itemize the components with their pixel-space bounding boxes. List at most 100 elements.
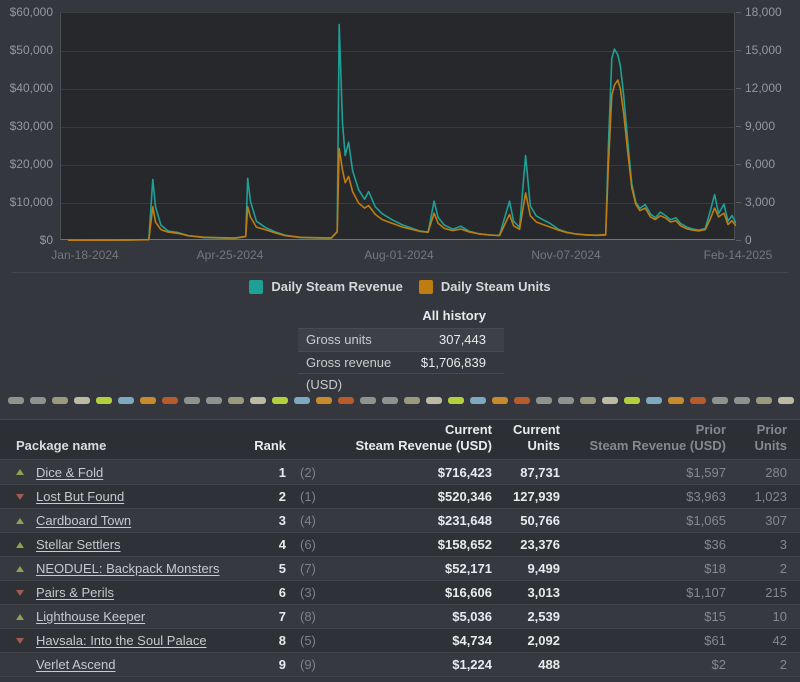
prior-units-value: 2 [779, 561, 787, 576]
steam-sales-dashboard: $60,000 $50,000 $40,000 $30,000 $20,000 … [0, 0, 800, 682]
x-tick: Jan-18-2024 [51, 248, 119, 262]
table-row: Stellar Settlers 4 (6) $158,652 23,376 $36 3 [0, 532, 800, 556]
y-right-tick: 0 [745, 233, 752, 247]
package-link[interactable]: Lost But Found [36, 489, 124, 504]
package-name-cell: Verlet Ascend [36, 657, 236, 672]
summary-row-gross-units: Gross units 307,443 [298, 328, 504, 351]
color-dash [778, 397, 794, 404]
color-dash [514, 397, 530, 404]
prior-rank-value: (9) [300, 657, 316, 672]
current-units-value: 3,013 [527, 585, 560, 600]
summary-label: Gross revenue (USD) [306, 355, 392, 392]
color-dash [272, 397, 288, 404]
x-tick: Nov-07-2024 [531, 248, 601, 262]
summary-value: $1,706,839 [420, 355, 486, 370]
x-tick: Feb-14-2025 [703, 248, 773, 262]
current-units-value: 23,376 [520, 537, 560, 552]
table-row: Lost But Found 2 (1) $520,346 127,939 $3,963 1… [0, 484, 800, 508]
trend-down-icon [16, 589, 36, 596]
package-link[interactable]: NEODUEL: Backpack Monsters [36, 561, 220, 576]
prior-revenue-value: $15 [704, 609, 726, 624]
prior-units-value: 3 [779, 537, 787, 552]
table-row: Havsala: Into the Soul Palace 8 (5) $4,734 2… [0, 628, 800, 652]
prior-units-value: 10 [772, 609, 787, 624]
package-link[interactable]: Havsala: Into the Soul Palace [36, 633, 207, 648]
current-units-value: 87,731 [520, 464, 560, 480]
color-dash [404, 397, 420, 404]
color-dash [30, 397, 46, 404]
package-link[interactable]: Lighthouse Keeper [36, 609, 145, 624]
summary-value: 307,443 [439, 332, 486, 347]
color-dash [690, 397, 706, 404]
summary-label: Gross units [306, 332, 372, 347]
x-tick: Aug-01-2024 [364, 248, 434, 262]
current-units-value: 50,766 [520, 513, 560, 528]
current-revenue-value: $231,648 [437, 513, 492, 528]
current-revenue-value: $4,734 [452, 633, 492, 648]
trend-up-icon [16, 613, 36, 620]
package-name-cell: Dice & Fold [36, 465, 236, 480]
color-dash [206, 397, 222, 404]
y-left-tick: $50,000 [9, 43, 53, 57]
legend-item-revenue[interactable]: Daily Steam Revenue [249, 279, 403, 294]
chart-plot-area[interactable] [60, 12, 736, 241]
table-row: NEODUEL: Backpack Monsters 5 (7) $52,171 9,4… [0, 556, 800, 580]
prior-revenue-value: $18 [704, 561, 726, 576]
y-left-tick: $30,000 [9, 119, 53, 133]
series-line-units [67, 79, 736, 241]
table-row: Dice & Fold 1 (2) $716,423 87,731 $1,597 280 [0, 460, 800, 484]
prior-units-value: 307 [765, 513, 787, 528]
color-dash [8, 397, 24, 404]
y-right-tick: 18,000 [745, 5, 782, 19]
current-units-value: 127,939 [513, 489, 560, 504]
current-revenue-value: $16,606 [445, 585, 492, 600]
header-prior-revenue: Prior Steam Revenue (USD) [589, 422, 726, 453]
current-revenue-value: $520,346 [437, 489, 492, 504]
rank-value: 2 [278, 489, 286, 504]
rank-value: 6 [278, 585, 286, 600]
prior-revenue-value: $36 [704, 537, 726, 552]
legend-item-units[interactable]: Daily Steam Units [418, 279, 551, 294]
color-dash [250, 397, 266, 404]
y-right-tick: 15,000 [745, 43, 782, 57]
color-dash [140, 397, 156, 404]
trend-up-icon [16, 469, 36, 475]
trend-up-icon [16, 541, 36, 548]
package-link[interactable]: Dice & Fold [36, 465, 103, 480]
header-current-revenue: Current Steam Revenue (USD) [355, 422, 492, 453]
rank-value: 3 [278, 513, 286, 528]
color-dash [756, 397, 772, 404]
package-name-cell: Lost But Found [36, 489, 236, 504]
y-right-tick: 6,000 [745, 157, 776, 171]
prior-rank-value: (4) [300, 513, 316, 528]
prior-units-value: 42 [772, 633, 787, 648]
rank-value: 1 [278, 464, 286, 480]
color-dash [382, 397, 398, 404]
all-history-summary: All history Gross units 307,443 Gross re… [298, 304, 504, 392]
color-dash [294, 397, 310, 404]
package-link[interactable]: Pairs & Perils [36, 585, 114, 600]
current-revenue-value: $716,423 [437, 464, 492, 480]
prior-rank-value: (7) [300, 561, 316, 576]
package-link[interactable]: Cardboard Town [36, 513, 131, 528]
color-dash [338, 397, 354, 404]
color-dash [448, 397, 464, 404]
prior-revenue-value: $3,963 [686, 489, 726, 504]
rank-value: 5 [278, 561, 286, 576]
color-dash [536, 397, 552, 404]
package-link[interactable]: Verlet Ascend [36, 657, 116, 672]
table-row: Pairs & Perils 6 (3) $16,606 3,013 $1,107 215 [0, 580, 800, 604]
prior-revenue-value: $61 [704, 633, 726, 648]
header-current-units: Current Units [513, 422, 560, 453]
trend-up-icon [16, 517, 36, 524]
color-dash-separator [0, 397, 800, 405]
color-dash [734, 397, 750, 404]
color-dash [184, 397, 200, 404]
color-dash [426, 397, 442, 404]
current-revenue-value: $52,171 [445, 561, 492, 576]
package-link[interactable]: Stellar Settlers [36, 537, 121, 552]
color-dash [96, 397, 112, 404]
revenue-swatch-icon [249, 279, 264, 294]
package-name-cell: Havsala: Into the Soul Palace [36, 633, 236, 648]
series-line-revenue [67, 23, 736, 241]
